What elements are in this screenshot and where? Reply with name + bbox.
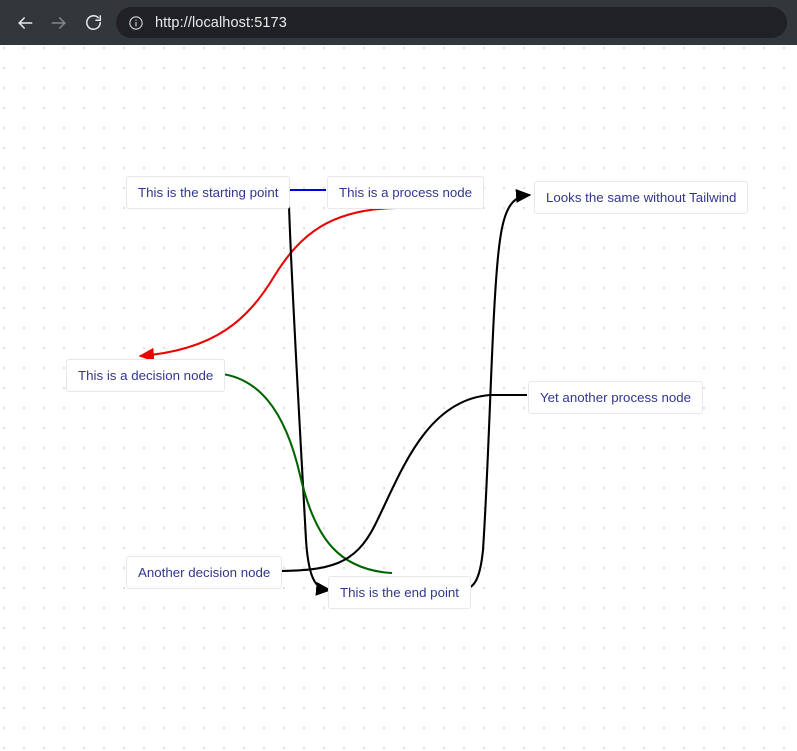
edge-process-decision — [138, 206, 398, 362]
node-process[interactable]: This is a process node — [327, 176, 485, 210]
flow-canvas[interactable]: This is the starting point This is a pro… — [0, 45, 797, 751]
node-tailwind[interactable]: Looks the same without Tailwind — [534, 181, 749, 215]
back-button[interactable] — [8, 6, 42, 40]
forward-arrow-icon — [49, 13, 69, 33]
edge-decision-end — [212, 371, 393, 575]
edge-start-end — [287, 205, 332, 596]
back-arrow-icon — [15, 13, 35, 33]
forward-button[interactable] — [42, 6, 76, 40]
node-start[interactable]: This is the starting point — [126, 176, 291, 210]
node-label: Looks the same without Tailwind — [546, 190, 737, 205]
node-decision[interactable]: This is a decision node — [66, 359, 226, 393]
reload-button[interactable] — [76, 6, 110, 40]
node-label: This is a decision node — [78, 368, 214, 383]
app-root: http://localhost:5173 This is the starti… — [0, 0, 797, 751]
node-end[interactable]: This is the end point — [328, 576, 472, 610]
url-text: http://localhost:5173 — [155, 14, 287, 31]
node-decision2[interactable]: Another decision node — [126, 556, 283, 590]
edge-decision2-process2 — [272, 393, 527, 573]
site-info-icon[interactable] — [126, 13, 146, 33]
node-label: This is the end point — [340, 585, 460, 600]
reload-icon — [84, 13, 103, 32]
node-label: Another decision node — [138, 565, 271, 580]
node-label: This is a process node — [339, 185, 473, 200]
browser-toolbar: http://localhost:5173 — [0, 0, 797, 45]
edge-end-tailwind — [459, 188, 532, 592]
node-label: This is the starting point — [138, 185, 279, 200]
node-process2[interactable]: Yet another process node — [528, 381, 704, 415]
node-label: Yet another process node — [540, 390, 692, 405]
address-bar[interactable]: http://localhost:5173 — [116, 7, 787, 38]
